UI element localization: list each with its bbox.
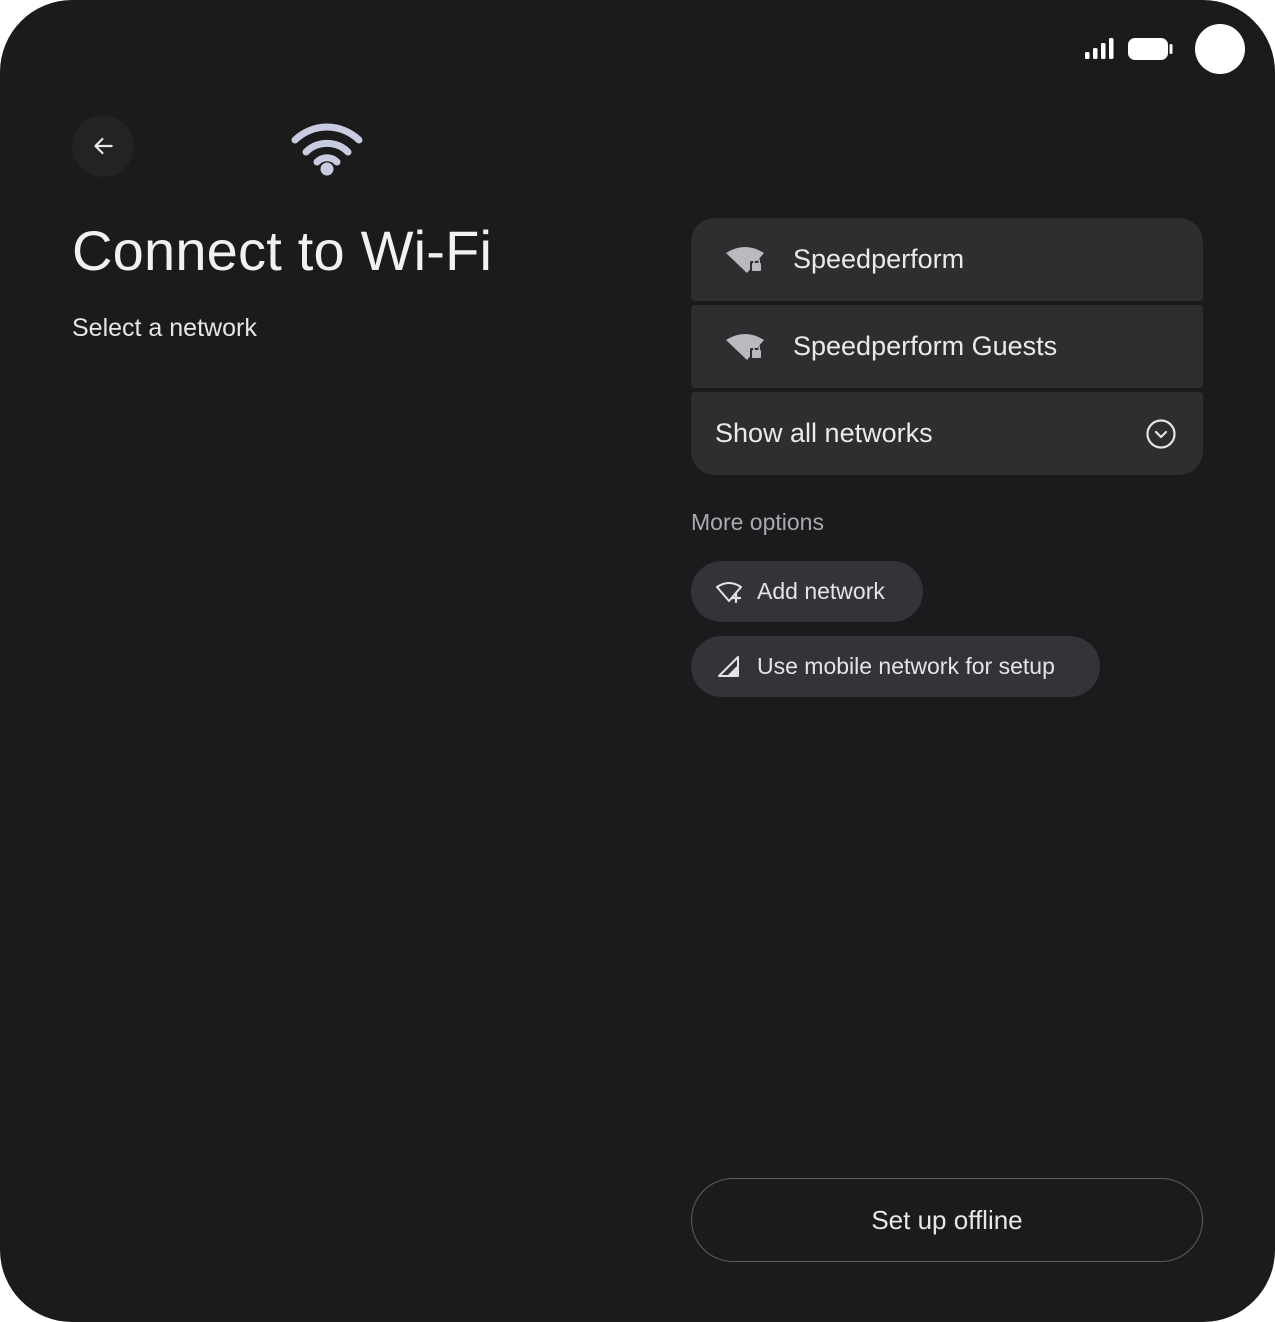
network-name: Speedperform Guests [793, 331, 1058, 361]
wifi-icon [291, 123, 363, 176]
network-item-speedperform[interactable]: Speedperform [691, 218, 1203, 301]
network-item-speedperform-guests[interactable]: Speedperform Guests [691, 305, 1203, 388]
status-bar [1085, 24, 1245, 74]
cellular-icon [718, 655, 739, 677]
chevron-down-circle-icon [1146, 418, 1176, 449]
arrow-back-icon [94, 137, 113, 155]
add-network-button[interactable]: Add network [691, 561, 923, 622]
back-button[interactable] [72, 115, 134, 177]
battery-icon [1128, 38, 1173, 60]
network-name: Speedperform [793, 244, 965, 274]
cellular-signal-icon [1085, 38, 1114, 59]
wifi-add-icon [716, 581, 742, 603]
show-all-networks-button[interactable]: Show all networks [691, 392, 1203, 475]
camera-cutout [1195, 24, 1245, 74]
set-up-offline-button[interactable]: Set up offline [691, 1178, 1203, 1262]
show-all-networks-label: Show all networks [715, 418, 933, 448]
more-options-heading: More options [691, 509, 824, 535]
page-subtitle: Select a network [72, 314, 257, 342]
set-up-offline-label: Set up offline [871, 1204, 1023, 1235]
device-screen: Connect to Wi-Fi Select a network Speedp… [0, 0, 1275, 1322]
page-title: Connect to Wi-Fi [72, 219, 493, 282]
use-mobile-network-button[interactable]: Use mobile network for setup [691, 636, 1100, 697]
add-network-label: Add network [757, 578, 885, 604]
wifi-lock-icon [726, 246, 764, 273]
wifi-lock-icon [726, 333, 764, 360]
network-list: Speedperform Speedperform Guests Show al… [691, 218, 1203, 475]
use-mobile-network-label: Use mobile network for setup [757, 653, 1055, 679]
